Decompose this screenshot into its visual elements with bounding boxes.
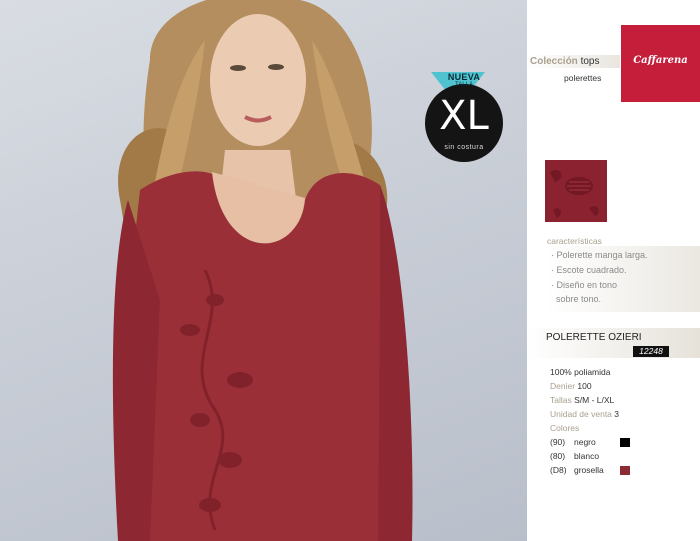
color-chip xyxy=(620,452,630,461)
color-code: (90) xyxy=(550,437,566,447)
feature-item: · Escote cuadrado. xyxy=(551,265,627,275)
spec-colores-label: Colores xyxy=(550,423,580,433)
color-code: (80) xyxy=(550,451,566,461)
spec-unidad: Unidad de venta 3 xyxy=(550,409,619,419)
spec-tallas-label: Tallas xyxy=(550,395,572,405)
product-name: POLERETTE OZIERI xyxy=(546,332,642,343)
xl-size-badge: NUEVA TALLA XL sin costura xyxy=(425,72,503,162)
color-name: blanco xyxy=(574,451,600,461)
color-row: (D8) grosella xyxy=(550,465,630,475)
badge-talla: TALLA xyxy=(455,82,473,88)
feature-item: · Polerette manga larga. xyxy=(551,250,648,260)
badge-nueva: NUEVA xyxy=(447,72,481,82)
spec-colores: Colores xyxy=(550,423,579,433)
coleccion-value: tops xyxy=(580,56,600,67)
spec-denier-value: 100 xyxy=(577,381,592,391)
spec-unidad-label: Unidad de venta xyxy=(550,409,612,419)
brand-name: Caffarena xyxy=(633,55,688,66)
spec-tallas: Tallas S/M - L/XL xyxy=(550,395,614,405)
swatch-pattern xyxy=(545,160,607,222)
color-code: (D8) xyxy=(550,465,567,475)
product-ref: 12248 xyxy=(633,346,669,357)
feature-item: sobre tono. xyxy=(551,294,602,304)
caracteristicas-label: características xyxy=(547,236,602,246)
spec-tallas-value: S/M - L/XL xyxy=(574,395,615,405)
badge-subtitle: sin costura xyxy=(444,144,484,151)
color-row: (80) blanco xyxy=(550,451,630,461)
spec-unidad-value: 3 xyxy=(614,409,620,419)
subcategory: polerettes xyxy=(564,73,602,83)
product-photo: NUEVA TALLA XL sin costura xyxy=(0,0,527,541)
coleccion-heading: Colección tops xyxy=(530,56,599,67)
spec-composition: 100% poliamida xyxy=(550,367,611,377)
color-name: grosella xyxy=(574,465,604,475)
brand-logo: Caffarena xyxy=(621,25,700,102)
spec-denier: Denier 100 xyxy=(550,381,592,391)
product-info-panel: Colección tops polerettes Caffarena cara… xyxy=(527,0,700,541)
color-chip xyxy=(620,466,630,475)
color-name: negro xyxy=(574,437,596,447)
fabric-swatch xyxy=(545,160,607,222)
coleccion-label: Colección xyxy=(530,56,578,67)
badge-size: XL xyxy=(439,93,489,139)
color-row: (90) negro xyxy=(550,437,630,447)
spec-denier-label: Denier xyxy=(550,381,576,391)
color-chip xyxy=(620,438,630,447)
feature-item: · Diseño en tono xyxy=(551,280,618,290)
